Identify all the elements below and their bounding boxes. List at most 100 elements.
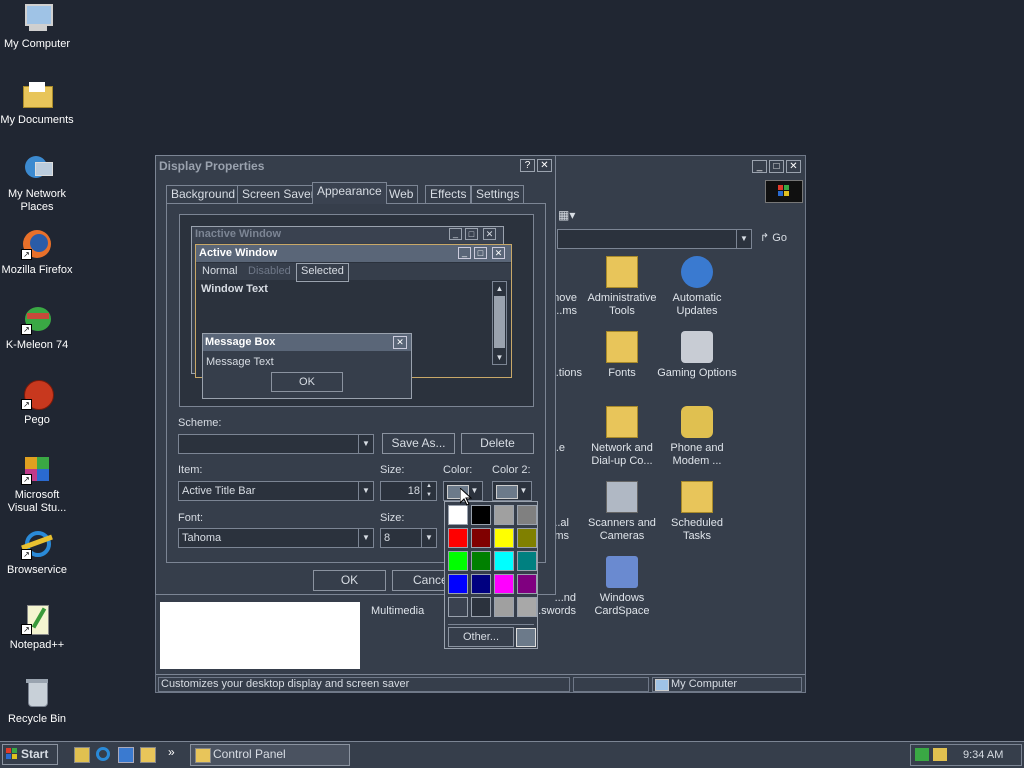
desktop-icon-k-meleon[interactable]: ↗ K-Meleon 74: [0, 303, 74, 352]
desktop-icon-notepad-plus-plus[interactable]: ↗ Notepad++: [0, 603, 74, 652]
color-swatch[interactable]: [448, 528, 468, 548]
desktop-icon-my-network-places[interactable]: My Network Places: [0, 152, 74, 214]
desktop-icon-visual-studio[interactable]: ↗ Microsoft Visual Stu...: [0, 453, 74, 515]
tab-web[interactable]: Web: [384, 185, 419, 203]
scheme-select[interactable]: ▼: [178, 434, 374, 454]
cp-icon-network-dialup[interactable]: Network and Dial-up Co...: [582, 406, 662, 468]
network-tray-icon[interactable]: [915, 748, 929, 761]
volume-tray-icon[interactable]: [933, 748, 947, 761]
tab-effects[interactable]: Effects: [425, 185, 472, 203]
quick-launch-desktop-icon[interactable]: [74, 747, 90, 763]
other-color-button[interactable]: Other...: [448, 627, 514, 647]
desktop-icon-mozilla-firefox[interactable]: ↗ Mozilla Firefox: [0, 228, 74, 277]
taskbar-control-panel-button[interactable]: Control Panel: [190, 744, 350, 766]
cp-icon-label: Network and Dial-up Co...: [591, 442, 653, 467]
tab-screen-saver[interactable]: Screen Saver: [237, 185, 320, 203]
start-button[interactable]: Start: [2, 744, 58, 765]
color-swatch[interactable]: [448, 597, 468, 617]
minimize-button[interactable]: _: [752, 160, 767, 173]
preview-message-box[interactable]: Message Box ✕ Message Text OK: [202, 333, 412, 399]
scroll-thumb[interactable]: [494, 296, 505, 348]
go-button[interactable]: ↱ Go: [760, 231, 787, 244]
appearance-preview[interactable]: Inactive Window _ □ ✕ Active Window _ □ …: [179, 214, 534, 407]
desktop-icon-my-computer[interactable]: My Computer: [0, 2, 74, 51]
cp-icon-gaming-options[interactable]: Gaming Options: [657, 331, 737, 380]
address-field[interactable]: ▼: [557, 229, 752, 249]
cp-icon-scanners-cameras[interactable]: Scanners and Cameras: [582, 481, 662, 543]
computer-icon: [655, 679, 669, 691]
color-swatch[interactable]: [494, 551, 514, 571]
close-icon: ✕: [393, 336, 407, 349]
firefox-icon: ↗: [21, 228, 53, 260]
chevron-down-icon[interactable]: ▼: [358, 482, 373, 500]
tab-background[interactable]: Background: [166, 185, 241, 203]
tab-appearance[interactable]: Appearance: [312, 182, 387, 204]
maximize-button[interactable]: □: [769, 160, 784, 173]
tab-label: Settings: [476, 187, 520, 201]
color-swatch[interactable]: [471, 505, 491, 525]
color2-button[interactable]: ▼: [492, 481, 532, 501]
quick-launch-ie-icon[interactable]: [96, 747, 110, 761]
color-swatch[interactable]: [471, 597, 491, 617]
close-button[interactable]: ✕: [786, 160, 801, 173]
color-swatch[interactable]: [448, 551, 468, 571]
chevron-down-icon[interactable]: ▼: [736, 230, 751, 248]
color-swatch[interactable]: [494, 528, 514, 548]
desktop-icon-pego[interactable]: ↗ Pego: [0, 378, 74, 427]
desktop-icon-browservice[interactable]: ↗ Browservice: [0, 528, 74, 577]
color-swatch[interactable]: [517, 505, 537, 525]
color-swatch[interactable]: [494, 505, 514, 525]
cp-icon-fonts[interactable]: Fonts: [582, 331, 662, 380]
save-as-button[interactable]: Save As...: [382, 433, 455, 454]
spinner-arrows-icon[interactable]: ▲ ▼: [421, 482, 436, 500]
tab-label: Appearance: [317, 184, 382, 198]
preview-msgbox-title: Message Box: [205, 336, 276, 348]
color-picker-popup[interactable]: Other...: [444, 501, 538, 649]
item-size-spinner[interactable]: 18 ▲ ▼: [380, 481, 437, 501]
color-swatch[interactable]: [471, 528, 491, 548]
cp-icon-label: Gaming Options: [657, 367, 737, 379]
color-swatch[interactable]: [517, 551, 537, 571]
color-swatch[interactable]: [494, 574, 514, 594]
folder-icon: [21, 78, 53, 110]
quick-launch-explorer-icon[interactable]: [140, 747, 156, 763]
color-swatch[interactable]: [517, 597, 537, 617]
color-swatch[interactable]: [471, 551, 491, 571]
delete-button[interactable]: Delete: [461, 433, 534, 454]
cp-icon-administrative-tools[interactable]: Administrative Tools: [582, 256, 662, 318]
color-swatch[interactable]: [517, 528, 537, 548]
chevron-down-icon[interactable]: ▼: [421, 529, 436, 547]
phone-icon: [681, 406, 713, 438]
ok-button[interactable]: OK: [313, 570, 386, 591]
desktop-icon-recycle-bin[interactable]: Recycle Bin: [0, 677, 74, 726]
views-button[interactable]: ▦▾: [558, 208, 575, 222]
help-button[interactable]: ?: [520, 159, 535, 172]
font-size-select[interactable]: 8 ▼: [380, 528, 437, 548]
chevron-down-icon[interactable]: ▼: [358, 529, 373, 547]
tab-settings[interactable]: Settings: [471, 185, 525, 203]
clock[interactable]: 9:34 AM: [963, 749, 1003, 761]
scanner-icon: [606, 481, 638, 513]
cp-icon-phone-modem[interactable]: Phone and Modem ...: [657, 406, 737, 468]
dialog-close-button[interactable]: ✕: [537, 159, 552, 172]
maximize-icon: □: [465, 228, 478, 240]
cp-icon-scheduled-tasks[interactable]: Scheduled Tasks: [657, 481, 737, 543]
font-select[interactable]: Tahoma ▼: [178, 528, 374, 548]
windows-logo-icon: [765, 180, 803, 203]
color-swatch[interactable]: [471, 574, 491, 594]
cp-icon-automatic-updates[interactable]: Automatic Updates: [657, 256, 737, 318]
color-swatch[interactable]: [517, 574, 537, 594]
preview-active-titlebar: Active Window _ □ ✕: [196, 245, 511, 262]
quick-launch-chevron[interactable]: »: [168, 745, 175, 759]
desktop-icon-label: K-Meleon 74: [5, 339, 69, 351]
cp-icon-windows-cardspace[interactable]: Windows CardSpace: [582, 556, 662, 618]
close-icon: ✕: [540, 160, 549, 171]
color-swatch[interactable]: [494, 597, 514, 617]
color-swatch[interactable]: [448, 574, 468, 594]
desktop-icon-my-documents[interactable]: My Documents: [0, 78, 74, 127]
item-select[interactable]: Active Title Bar ▼: [178, 481, 374, 501]
preview-scrollbar[interactable]: ▲ ▼: [492, 281, 507, 365]
chevron-down-icon[interactable]: ▼: [358, 435, 373, 453]
cardspace-icon: [606, 556, 638, 588]
quick-launch-outlook-icon[interactable]: [118, 747, 134, 763]
